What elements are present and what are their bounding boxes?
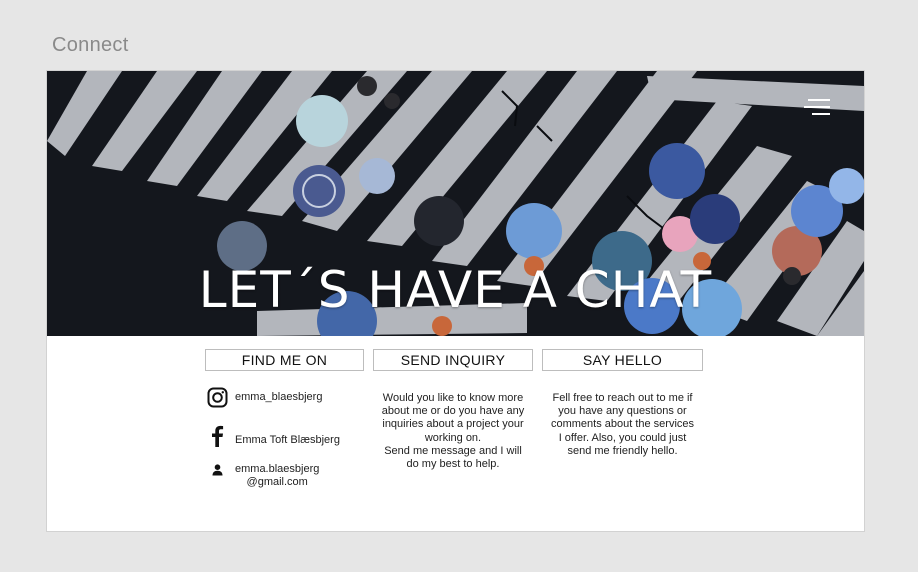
facebook-link[interactable]: Emma Toft Blæsbjerg [205,424,340,448]
email-line-2: @gmail.com [246,476,308,488]
hero-banner: LET´S HAVE A CHAT [47,71,864,336]
hero-title: LET´S HAVE A CHAT [198,261,713,319]
instagram-icon [205,385,229,409]
person-icon [205,463,229,477]
instagram-handle: emma_blaesbjerg [235,391,323,403]
say-hello-header: SAY HELLO [542,349,703,371]
hamburger-menu-icon[interactable] [804,97,830,117]
email-address: emma.blaesbjerg @gmail.com [235,463,319,489]
find-me-on-header: FIND ME ON [205,349,364,371]
artboard-label: Connect [52,34,129,56]
email-link[interactable]: emma.blaesbjerg @gmail.com [205,463,319,489]
connect-page: LET´S HAVE A CHAT FIND ME ON SEND INQUIR… [47,71,864,531]
send-inquiry-text: Would you like to know more about me or … [381,392,525,471]
facebook-name: Emma Toft Blæsbjerg [235,434,340,446]
email-line-1: emma.blaesbjerg [235,463,320,475]
send-inquiry-header: SEND INQUIRY [373,349,533,371]
facebook-icon [205,424,229,448]
instagram-link[interactable]: emma_blaesbjerg [205,385,322,409]
say-hello-text: Fell free to reach out to me if you have… [550,392,695,457]
